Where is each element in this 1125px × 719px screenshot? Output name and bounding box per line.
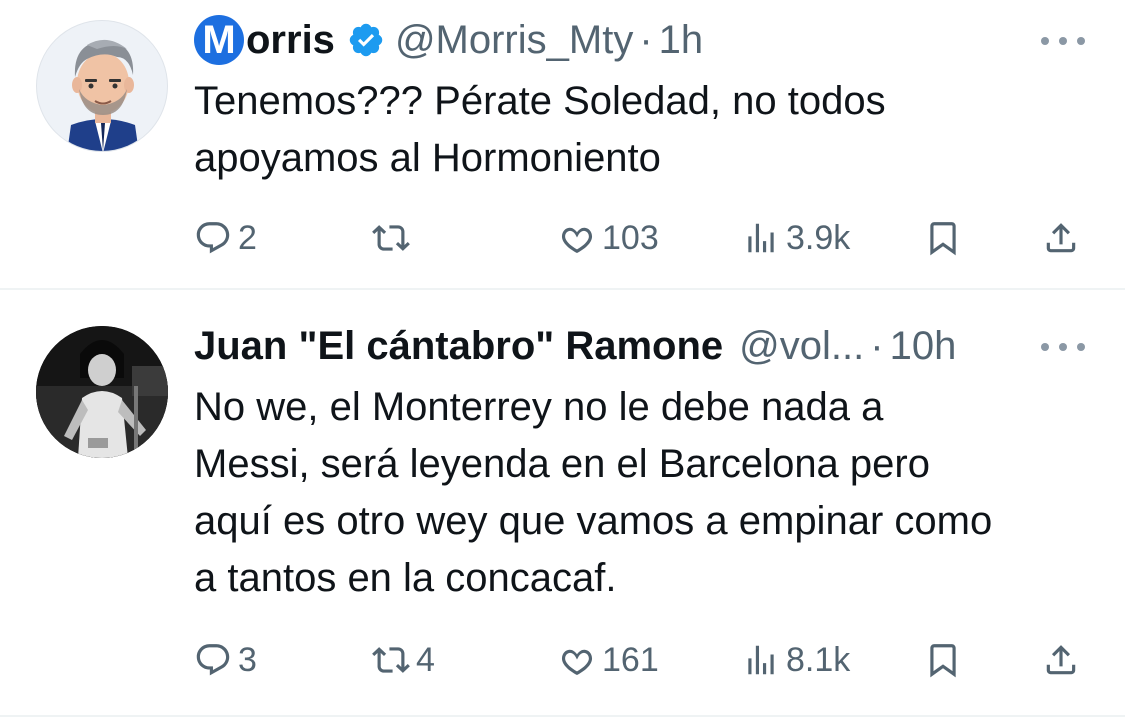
separator-dot: ·: [639, 17, 653, 62]
avatar[interactable]: [36, 20, 168, 152]
like-button[interactable]: 161: [558, 635, 659, 685]
share-button[interactable]: [1042, 635, 1080, 685]
verified-badge-icon[interactable]: [347, 21, 385, 59]
repost-button[interactable]: 4: [372, 635, 435, 685]
more-icon[interactable]: [1041, 34, 1085, 48]
action-bar: 2 103 3.9k: [194, 213, 1084, 263]
display-name[interactable]: orris: [246, 18, 335, 63]
timestamp[interactable]: 10h: [890, 324, 957, 369]
separator-dot: ·: [870, 323, 884, 368]
bookmark-button[interactable]: [924, 213, 962, 263]
like-icon: [561, 649, 593, 676]
divider: [0, 715, 1125, 717]
views-count: 8.1k: [786, 640, 851, 679]
like-count: 103: [602, 218, 659, 257]
share-icon: [1046, 223, 1076, 253]
reply-count: 2: [238, 218, 257, 257]
views-button[interactable]: 8.1k: [742, 635, 850, 685]
like-button[interactable]: 103: [558, 213, 659, 263]
tweet-header: M orris @Morris_Mty · 1h: [194, 15, 703, 65]
more-icon[interactable]: [1041, 340, 1085, 354]
repost-icon: [372, 225, 410, 251]
share-button[interactable]: [1042, 213, 1080, 263]
reply-button[interactable]: 2: [194, 213, 257, 263]
repost-icon: [372, 647, 410, 673]
repost-button[interactable]: [372, 213, 416, 263]
reply-icon: [196, 644, 230, 676]
handle[interactable]: @Morris_Mty: [395, 18, 633, 63]
reply-count: 3: [238, 640, 257, 679]
tweet-text: Tenemos??? Pérate Soledad, no todos apoy…: [194, 79, 886, 180]
views-count: 3.9k: [786, 218, 851, 257]
bookmark-icon: [930, 644, 956, 678]
handle[interactable]: @vol...: [739, 324, 864, 369]
like-count: 161: [602, 640, 659, 679]
reply-button[interactable]: 3: [194, 635, 257, 685]
like-icon: [561, 227, 593, 254]
views-icon: [748, 223, 774, 253]
bookmark-button[interactable]: [924, 635, 962, 685]
name-logo-letter[interactable]: M: [194, 15, 244, 65]
reply-icon: [196, 222, 230, 254]
tweet-text: No we, el Monterrey no le debe nada a Me…: [194, 385, 993, 600]
timestamp[interactable]: 1h: [659, 18, 704, 63]
views-icon: [748, 645, 774, 675]
views-button[interactable]: 3.9k: [742, 213, 850, 263]
tweet-header: Juan "El cántabro" Ramone @vol... · 10h: [194, 321, 956, 371]
tweet[interactable]: M orris @Morris_Mty · 1h Tenemos??? Péra…: [0, 0, 1125, 288]
bookmark-icon: [930, 222, 956, 256]
avatar[interactable]: [36, 326, 168, 458]
display-name[interactable]: Juan "El cántabro" Ramone: [194, 324, 723, 369]
share-icon: [1046, 645, 1076, 675]
action-bar: 3 4 161 8.1k: [194, 635, 1084, 685]
tweet[interactable]: Juan "El cántabro" Ramone @vol... · 10h …: [0, 290, 1125, 715]
repost-count: 4: [416, 640, 435, 679]
